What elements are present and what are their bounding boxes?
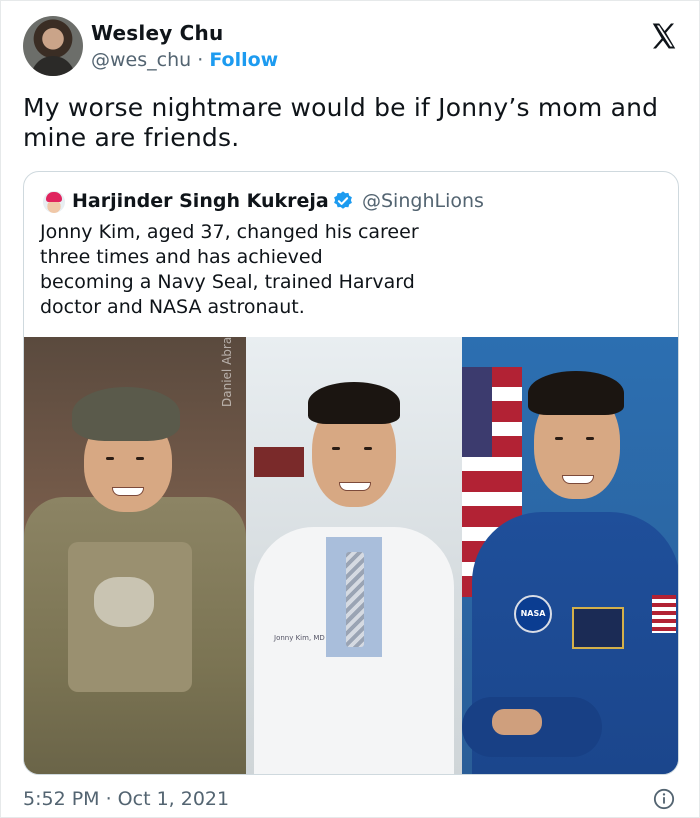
author-handle[interactable]: @wes_chu <box>91 49 191 71</box>
photo-navy-seal: Daniel Abrahams <box>24 337 246 774</box>
photo-astronaut: NASA <box>462 337 678 774</box>
skull-patch <box>94 577 154 627</box>
coat-name-embroidery: Jonny Kim, MD <box>274 634 325 642</box>
quoted-tweet[interactable]: Harjinder Singh Kukreja @SinghLions Jonn… <box>23 171 679 775</box>
seal-eye-right <box>136 457 144 460</box>
x-logo-icon[interactable] <box>649 21 679 51</box>
tweet-card: Wesley Chu @wes_chu · Follow My worse ni… <box>0 0 700 818</box>
tweet-text: My worse nightmare would be if Jonny’s m… <box>23 93 659 152</box>
separator-dot: · <box>197 49 204 71</box>
info-icon[interactable] <box>653 788 675 810</box>
quoted-author-name: Harjinder Singh Kukreja <box>72 190 329 212</box>
quoted-author-handle: @SinghLions <box>362 190 484 212</box>
verified-badge-icon <box>334 191 352 209</box>
seal-eye-left <box>106 457 114 460</box>
quoted-tweet-text: Jonny Kim, aged 37, changed his career t… <box>40 221 419 318</box>
tie <box>346 552 364 647</box>
photo-watermark: Daniel Abrahams <box>220 337 234 407</box>
doctor-eye-left <box>332 447 340 450</box>
flag-patch <box>652 595 676 633</box>
photo-doctor: Jonny Kim, MD <box>246 337 462 774</box>
astronaut-eye-right <box>586 437 594 440</box>
avatar-shoulders <box>31 56 75 76</box>
astronaut-eye-left <box>555 437 563 440</box>
author-name[interactable]: Wesley Chu <box>91 21 223 45</box>
follow-button[interactable]: Follow <box>209 49 278 71</box>
astronaut-smile <box>562 475 594 484</box>
doctor-hair <box>308 382 400 424</box>
seal-smile <box>112 487 144 496</box>
author-avatar[interactable] <box>23 16 83 76</box>
doctor-eye-right <box>364 447 372 450</box>
avatar-turban <box>46 192 62 202</box>
doctor-smile <box>339 482 371 491</box>
author-handle-line: @wes_chu · Follow <box>91 49 278 71</box>
seal-helmet <box>72 387 180 441</box>
hands <box>492 709 542 735</box>
seal-trident-patch <box>572 607 624 649</box>
quoted-author-avatar <box>43 191 65 213</box>
tweet-timestamp[interactable]: 5:52 PM · Oct 1, 2021 <box>23 788 229 810</box>
quoted-photo[interactable]: Daniel Abrahams Jonny Kim, MD NASA <box>24 337 678 774</box>
hospital-monitor <box>254 447 304 477</box>
nasa-patch: NASA <box>514 595 552 633</box>
astronaut-hair <box>528 371 624 415</box>
